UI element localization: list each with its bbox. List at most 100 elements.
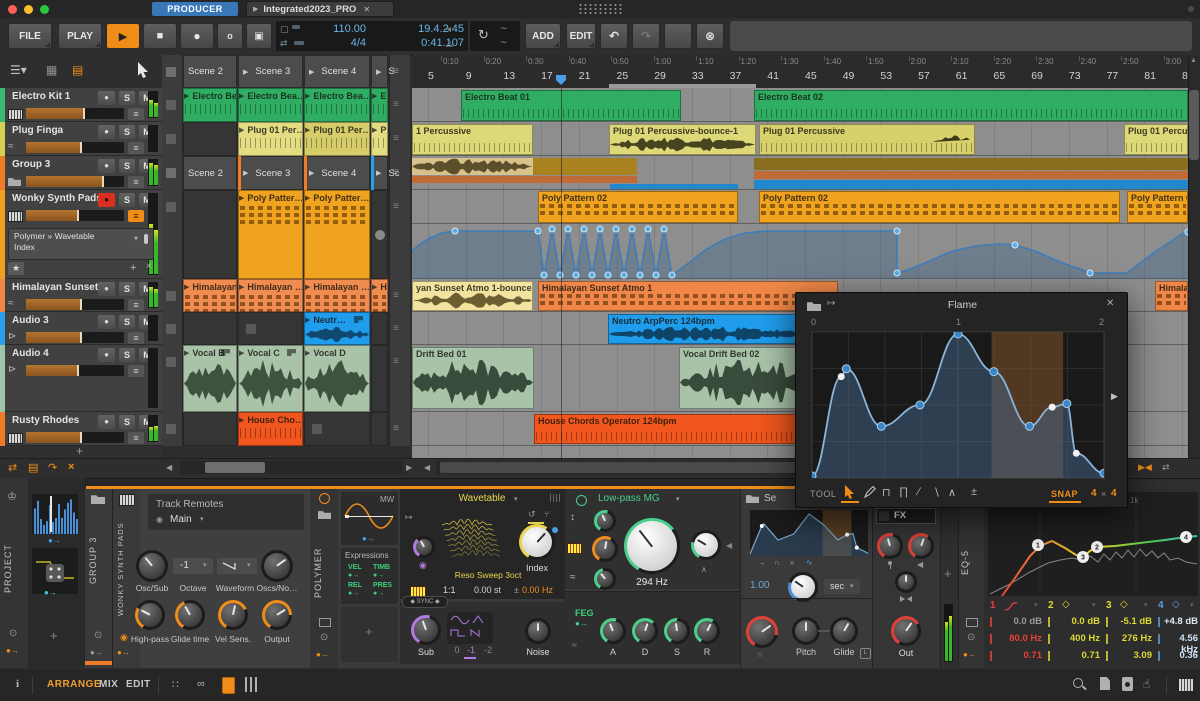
- add-track-button[interactable]: +: [76, 444, 83, 458]
- eq-band-number[interactable]: 3: [1106, 600, 1116, 611]
- transport-shuffle-icon[interactable]: ⇄: [280, 38, 288, 49]
- flame-mode-icon-d[interactable]: ∿: [806, 558, 813, 567]
- sub-waveform-glyphs[interactable]: [449, 614, 491, 640]
- snap-grid-a[interactable]: 4: [1091, 488, 1097, 499]
- eq-band-q-value[interactable]: 0.71: [1052, 650, 1101, 662]
- track-menu-button[interactable]: ≡: [128, 210, 144, 222]
- track-record-arm-button[interactable]: ●: [98, 91, 115, 105]
- track-menu-button[interactable]: ≡: [128, 432, 144, 444]
- snap-label[interactable]: SNAP: [1051, 489, 1078, 499]
- track-record-arm-button[interactable]: ●: [98, 159, 115, 173]
- track-menu-button[interactable]: ≡: [128, 332, 144, 344]
- project-histogram-thumb[interactable]: [32, 494, 78, 534]
- clip-slot-empty[interactable]: [371, 312, 388, 345]
- zoom-scroll-icon[interactable]: ⇄: [1162, 462, 1170, 473]
- sub-octave-option--1[interactable]: -1: [464, 645, 478, 655]
- feg-knob-r[interactable]: [694, 618, 720, 644]
- clear-selection-icon[interactable]: ×: [68, 461, 74, 473]
- project-clock-icon[interactable]: ⊙: [9, 628, 17, 639]
- eq-band-hp-icon[interactable]: [1004, 602, 1018, 611]
- launcher-clip[interactable]: ▶ Poly Patter…: [238, 190, 303, 279]
- grid-view-icon[interactable]: ▦: [46, 63, 57, 77]
- loop-icon[interactable]: ↻: [478, 27, 489, 43]
- wavetable-unison-icon[interactable]: ⑂: [544, 509, 549, 519]
- track-solo-button[interactable]: S: [119, 348, 135, 362]
- panel-toggle-icon[interactable]: [222, 677, 235, 694]
- eq-band-hz-value[interactable]: 276 Hz: [1110, 633, 1152, 645]
- eq-monitor-icon[interactable]: [966, 618, 978, 627]
- wavetable-pan-knob[interactable]: [413, 536, 435, 558]
- eq-band-q-value[interactable]: 0.71: [994, 650, 1043, 662]
- sub-octave-option--2[interactable]: -2: [481, 645, 495, 655]
- transport-record-button[interactable]: ●: [180, 23, 214, 49]
- link-icon[interactable]: ∞: [197, 678, 205, 690]
- track-record-arm-button[interactable]: ●: [98, 282, 115, 296]
- undo-button[interactable]: ↶: [600, 23, 628, 49]
- launcher-row-stop[interactable]: [166, 357, 176, 367]
- remote-knob-vel-sens-[interactable]: [218, 600, 248, 630]
- launcher-row-stop[interactable]: [166, 424, 176, 434]
- clip-stop-button[interactable]: [312, 424, 322, 434]
- filter-power-icon[interactable]: [576, 495, 587, 506]
- redo-button[interactable]: ↷: [632, 23, 660, 49]
- launcher-header-stop[interactable]: [166, 67, 176, 77]
- eq-clock-icon[interactable]: ⊙: [967, 632, 975, 643]
- automation-lane-curve[interactable]: [412, 224, 1188, 279]
- arranger-vscroll-up-icon[interactable]: ▲: [1190, 57, 1197, 64]
- track-record-arm-button[interactable]: ●: [98, 415, 115, 429]
- eq-band-q-value[interactable]: 3.09: [1110, 650, 1153, 662]
- device-chooser-pin-icon[interactable]: [144, 234, 148, 244]
- filter-cutoff-knob[interactable]: [624, 518, 680, 574]
- automation-write-button[interactable]: o: [217, 23, 243, 49]
- auto-scroll-icon[interactable]: ↷: [48, 461, 57, 474]
- flame-glide-knob[interactable]: [830, 617, 858, 645]
- remotes-page-select[interactable]: Main: [170, 514, 210, 525]
- index-knob[interactable]: [519, 524, 555, 560]
- track-menu-button[interactable]: ≡: [128, 108, 144, 120]
- eq-band-number[interactable]: 4: [1158, 600, 1168, 611]
- fx-out-knob[interactable]: [891, 616, 921, 646]
- view-tab-arrange[interactable]: ARRANGE: [47, 679, 101, 690]
- add-button[interactable]: ADD: [525, 23, 561, 49]
- group-scene-button-0[interactable]: Scene 2: [183, 156, 237, 190]
- flame-mode-icon-b[interactable]: ∩: [774, 558, 780, 567]
- clip-stop-button[interactable]: [246, 323, 256, 334]
- eq-band-caret-icon[interactable]: ▾: [1092, 601, 1096, 609]
- tool-triangle-icon[interactable]: ∧: [948, 486, 956, 499]
- track-record-arm-button[interactable]: ●: [98, 125, 115, 139]
- eq-band-bell-icon[interactable]: ◇: [1062, 599, 1070, 610]
- chooser-star-icon[interactable]: ★: [8, 262, 24, 275]
- follow-playback-icon[interactable]: ⇄: [8, 461, 17, 474]
- wavetable-title[interactable]: Wavetable: [452, 493, 512, 504]
- eq-band-hz-value[interactable]: 400 Hz: [1052, 633, 1100, 645]
- list-view-icon[interactable]: ▤: [72, 63, 83, 77]
- clip-slot-empty[interactable]: [371, 345, 388, 412]
- wavetable-ratio-value[interactable]: 1:1: [443, 585, 463, 595]
- remote-knob-output[interactable]: [262, 600, 292, 630]
- launcher-clip[interactable]: ▶ Poly Patter…: [304, 190, 370, 279]
- popup-play-arrow-icon[interactable]: ▶: [1111, 391, 1118, 402]
- remote-knob-oscs[interactable]: [261, 550, 293, 582]
- track-solo-button[interactable]: S: [119, 125, 135, 139]
- track-menu-button[interactable]: ≡: [128, 365, 144, 377]
- project-add-module-button[interactable]: +: [50, 628, 58, 643]
- wavetable-semitones-value[interactable]: 0.00 st: [474, 585, 514, 595]
- tool-ramp-down-icon[interactable]: ∖: [933, 486, 940, 499]
- eq-band-number[interactable]: 2: [1048, 600, 1058, 611]
- clip-slot-empty[interactable]: [371, 412, 388, 446]
- filter-env-knob[interactable]: [594, 568, 616, 590]
- transport-mode-icon-a[interactable]: ▢: [280, 24, 289, 35]
- filter-res-knob[interactable]: [691, 530, 721, 560]
- tool-pointer-icon[interactable]: [844, 485, 856, 499]
- timesig-value[interactable]: 4/4: [306, 37, 366, 49]
- track-record-arm-button[interactable]: ●: [98, 315, 115, 329]
- track-solo-button[interactable]: S: [119, 193, 135, 207]
- track-solo-button[interactable]: S: [119, 415, 135, 429]
- project-mapping-icon[interactable]: ●→: [6, 646, 19, 655]
- polymer-add-mod-button[interactable]: +: [365, 624, 373, 639]
- fx-balance-knob[interactable]: [895, 571, 917, 593]
- track-solo-button[interactable]: S: [119, 91, 135, 105]
- fx-level-knob[interactable]: [908, 533, 934, 559]
- track-menu-button[interactable]: ≡: [128, 299, 144, 311]
- snap-grid-b[interactable]: 4: [1111, 488, 1117, 499]
